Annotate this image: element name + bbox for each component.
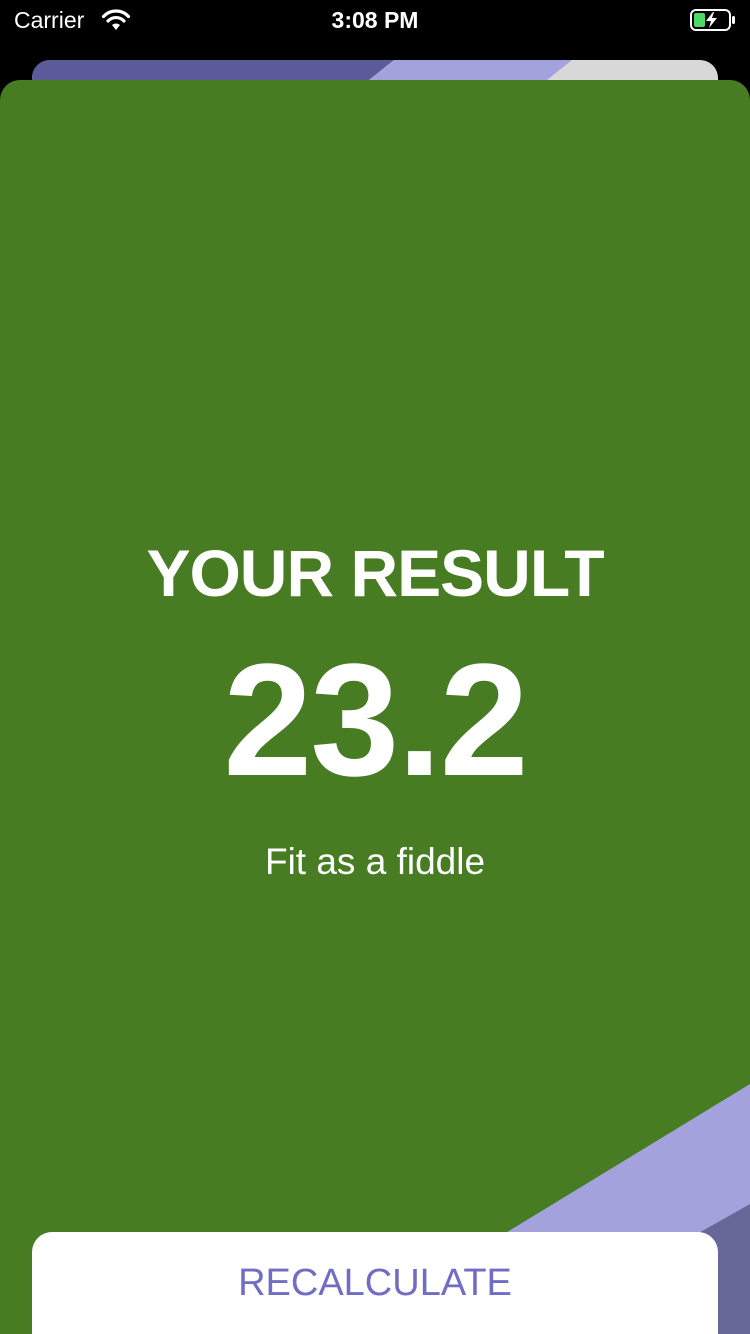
result-card: YOUR RESULT 23.2 Fit as a fiddle [0,80,750,1334]
recalculate-button[interactable]: RECALCULATE [32,1232,718,1334]
result-title: YOUR RESULT [146,536,604,610]
result-message: Fit as a fiddle [264,841,486,882]
screen: Carrier 3:08 PM YOUR RESULT 23.2 Fit as … [0,0,750,1334]
bmi-value: 23.2 [223,630,528,809]
battery-charging-icon [690,9,736,31]
status-time: 3:08 PM [331,7,419,33]
status-bar: Carrier 3:08 PM [0,0,750,40]
